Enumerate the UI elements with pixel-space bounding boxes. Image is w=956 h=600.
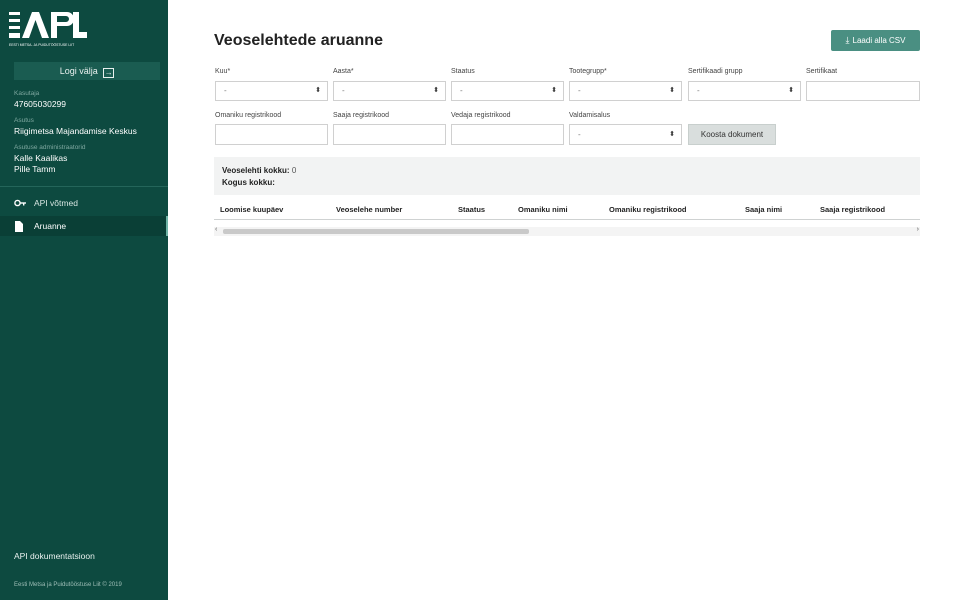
amount-total-line: Kogus kokku: [222, 178, 275, 187]
carrier-regcode-label: Vedaja registrikood [451, 112, 511, 119]
scroll-left-icon[interactable]: ‹ [215, 226, 217, 233]
sidebar-item-api-keys[interactable]: API võtmed [0, 193, 168, 213]
certificate-label: Sertifikaat [806, 68, 838, 75]
org-label: Asutus [14, 117, 34, 124]
recipient-regcode-label: Saaja registrikood [333, 112, 390, 119]
org-value: Riigimetsa Majandamise Keskus [14, 126, 137, 136]
waybill-count-label: Veoselehti kokku: [222, 166, 290, 175]
column-header-recipient-name[interactable]: Saaja nimi [745, 205, 782, 214]
column-header-owner-name[interactable]: Omaniku nimi [518, 205, 568, 214]
empl-logo: EESTI METSA- JA PUIDUTÖÖSTUSE LIIT [9, 12, 87, 47]
certificate-group-label: Sertifikaadi grupp [688, 68, 743, 75]
build-document-button[interactable]: Koosta dokument [688, 124, 776, 145]
year-select-value: - [342, 86, 345, 95]
user-value: 47605030299 [14, 99, 67, 109]
admin-name: Kalle Kaalikas [14, 153, 68, 163]
select-arrows-icon: ⬍ [669, 131, 675, 138]
ownership-basis-select[interactable]: - ⬍ [569, 124, 682, 145]
waybill-count-line: Veoselehti kokku: 0 [222, 166, 296, 175]
carrier-regcode-input[interactable] [451, 124, 564, 145]
ownership-basis-label: Valdamisalus [569, 112, 611, 119]
status-select-value: - [460, 86, 463, 95]
product-group-select-value: - [578, 86, 581, 95]
download-csv-button[interactable]: ⤓ Laadi alla CSV [831, 30, 920, 51]
summary-box: Veoselehti kokku: 0 Kogus kokku: [214, 157, 920, 195]
admin-name: Pille Tamm [14, 164, 56, 174]
sidebar-item-label: Aruanne [34, 221, 67, 231]
sidebar-item-label: API võtmed [34, 198, 78, 208]
select-arrows-icon: ⬍ [669, 87, 675, 94]
logout-icon: → [103, 68, 115, 78]
copyright-text: Eesti Metsa ja Puidutööstuse Liit © 2019 [14, 582, 122, 588]
admins-label: Asutuse administraatorid [14, 144, 86, 151]
sidebar-item-report[interactable]: Aruanne [0, 216, 168, 236]
download-icon: ⤓ [845, 35, 850, 45]
month-label: Kuu* [215, 68, 231, 75]
sidebar: EESTI METSA- JA PUIDUTÖÖSTUSE LIIT Logi … [0, 0, 168, 600]
api-documentation-link[interactable]: API dokumentatsioon [14, 551, 95, 561]
page-title: Veoselehtede aruanne [214, 32, 383, 49]
certificate-group-select-value: - [697, 86, 700, 95]
column-header-created-date[interactable]: Loomise kuupäev [220, 205, 283, 214]
download-csv-label: Laadi alla CSV [852, 36, 906, 45]
user-label: Kasutaja [14, 90, 40, 97]
scrollbar-thumb[interactable] [223, 229, 529, 234]
certificate-input[interactable] [806, 81, 920, 101]
table-header-divider [214, 219, 920, 220]
owner-regcode-label: Omaniku registrikood [215, 112, 282, 119]
select-arrows-icon: ⬍ [551, 87, 557, 94]
waybill-count-value: 0 [291, 166, 297, 175]
column-header-waybill-number[interactable]: Veoselehe number [336, 205, 402, 214]
logout-button[interactable]: Logi välja → [14, 62, 160, 80]
column-header-status[interactable]: Staatus [458, 205, 485, 214]
column-header-recipient-regcode[interactable]: Saaja registrikood [820, 205, 885, 214]
logout-label: Logi välja [59, 66, 98, 76]
select-arrows-icon: ⬍ [788, 87, 794, 94]
owner-regcode-input[interactable] [215, 124, 328, 145]
year-select[interactable]: - ⬍ [333, 81, 446, 101]
status-label: Staatus [451, 68, 475, 75]
product-group-select[interactable]: - ⬍ [569, 81, 682, 101]
status-select[interactable]: - ⬍ [451, 81, 564, 101]
ownership-basis-select-value: - [578, 130, 581, 139]
logo-caption: EESTI METSA- JA PUIDUTÖÖSTUSE LIIT [9, 43, 74, 47]
recipient-regcode-input[interactable] [333, 124, 446, 145]
select-arrows-icon: ⬍ [433, 87, 439, 94]
nav-divider [0, 186, 168, 187]
month-select[interactable]: - ⬍ [215, 81, 328, 101]
horizontal-scrollbar[interactable]: ‹ › [214, 226, 920, 236]
year-label: Aasta* [333, 68, 354, 75]
certificate-group-select[interactable]: - ⬍ [688, 81, 801, 101]
month-select-value: - [224, 86, 227, 95]
document-icon [14, 216, 28, 243]
product-group-label: Tootegrupp* [569, 68, 607, 75]
amount-total-label: Kogus kokku: [222, 178, 275, 187]
scroll-right-icon[interactable]: › [917, 226, 919, 233]
column-header-owner-regcode[interactable]: Omaniku registrikood [609, 205, 687, 214]
select-arrows-icon: ⬍ [315, 87, 321, 94]
app-root: EESTI METSA- JA PUIDUTÖÖSTUSE LIIT Logi … [0, 0, 956, 600]
